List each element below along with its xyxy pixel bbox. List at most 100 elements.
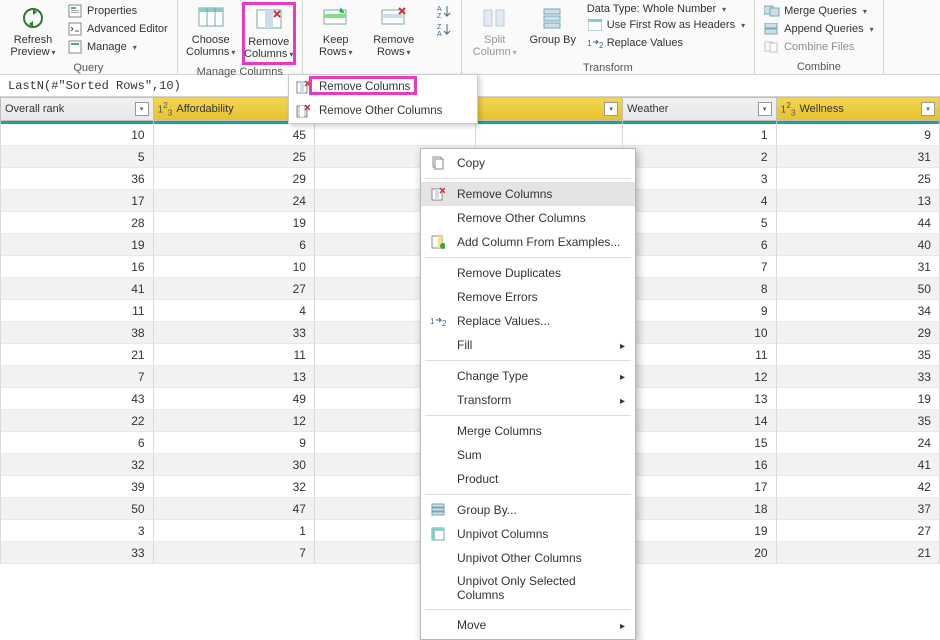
- column-header[interactable]: Overall rank▾: [0, 97, 154, 121]
- sort-desc-button[interactable]: ZA: [433, 20, 455, 38]
- cell[interactable]: 31: [777, 146, 940, 168]
- cell[interactable]: 24: [154, 190, 315, 212]
- cell[interactable]: 11: [623, 344, 777, 366]
- cell[interactable]: 12: [154, 410, 315, 432]
- ctx-merge-columns[interactable]: Merge Columns: [421, 419, 635, 443]
- cell[interactable]: 42: [777, 476, 940, 498]
- cell[interactable]: 38: [0, 322, 154, 344]
- cell[interactable]: 4: [623, 190, 777, 212]
- cell[interactable]: 9: [623, 300, 777, 322]
- cell[interactable]: 24: [777, 432, 940, 454]
- ctx-product[interactable]: Product: [421, 467, 635, 491]
- cell[interactable]: 25: [777, 168, 940, 190]
- cell[interactable]: 21: [777, 542, 940, 564]
- cell[interactable]: 28: [0, 212, 154, 234]
- cell[interactable]: 5: [0, 146, 154, 168]
- choose-columns-button[interactable]: Choose Columns: [184, 2, 238, 61]
- cell[interactable]: 3: [0, 520, 154, 542]
- ctx-move[interactable]: Move: [421, 613, 635, 637]
- cell[interactable]: 30: [154, 454, 315, 476]
- remove-rows-button[interactable]: Remove Rows: [367, 2, 421, 61]
- ctx-remove-duplicates[interactable]: Remove Duplicates: [421, 261, 635, 285]
- ctx-sum[interactable]: Sum: [421, 443, 635, 467]
- column-header[interactable]: ▾: [476, 97, 623, 121]
- refresh-preview-button[interactable]: Refresh Preview: [6, 2, 60, 61]
- menu-remove-other-columns[interactable]: Remove Other Columns: [289, 99, 477, 123]
- cell[interactable]: 9: [154, 432, 315, 454]
- cell[interactable]: 40: [777, 234, 940, 256]
- cell[interactable]: 8: [623, 278, 777, 300]
- ctx-change-type[interactable]: Change Type: [421, 364, 635, 388]
- cell[interactable]: 19: [623, 520, 777, 542]
- group-by-button[interactable]: Group By: [526, 2, 580, 48]
- ctx-group-by[interactable]: Group By...: [421, 498, 635, 522]
- cell[interactable]: 32: [154, 476, 315, 498]
- cell[interactable]: 41: [777, 454, 940, 476]
- cell[interactable]: 31: [777, 256, 940, 278]
- sort-asc-button[interactable]: AZ: [433, 2, 455, 20]
- ctx-remove-errors[interactable]: Remove Errors: [421, 285, 635, 309]
- cell[interactable]: 5: [623, 212, 777, 234]
- cell[interactable]: 18: [623, 498, 777, 520]
- column-header[interactable]: 123Wellness▾: [777, 97, 940, 121]
- cell[interactable]: 13: [154, 366, 315, 388]
- cell[interactable]: 20: [623, 542, 777, 564]
- cell[interactable]: 44: [777, 212, 940, 234]
- cell[interactable]: 45: [154, 124, 315, 146]
- cell[interactable]: 49: [154, 388, 315, 410]
- cell[interactable]: 17: [623, 476, 777, 498]
- cell[interactable]: 1: [623, 124, 777, 146]
- cell[interactable]: 29: [154, 168, 315, 190]
- cell[interactable]: 35: [777, 344, 940, 366]
- cell[interactable]: 4: [154, 300, 315, 322]
- cell[interactable]: 25: [154, 146, 315, 168]
- remove-columns-button[interactable]: Remove Columns: [242, 2, 296, 65]
- cell[interactable]: [315, 124, 476, 146]
- filter-button[interactable]: ▾: [135, 102, 149, 116]
- cell[interactable]: 34: [777, 300, 940, 322]
- cell[interactable]: 10: [0, 124, 154, 146]
- ctx-unpivot[interactable]: Unpivot Columns: [421, 522, 635, 546]
- cell[interactable]: 35: [777, 410, 940, 432]
- cell[interactable]: 15: [623, 432, 777, 454]
- first-row-headers-button[interactable]: Use First Row as Headers: [584, 16, 748, 34]
- cell[interactable]: 2: [623, 146, 777, 168]
- cell[interactable]: 41: [0, 278, 154, 300]
- menu-remove-columns[interactable]: Remove Columns: [289, 75, 477, 99]
- cell[interactable]: 19: [777, 388, 940, 410]
- manage-button[interactable]: Manage: [64, 38, 171, 56]
- cell[interactable]: 9: [777, 124, 940, 146]
- cell[interactable]: 16: [0, 256, 154, 278]
- ctx-unpivot-selected[interactable]: Unpivot Only Selected Columns: [421, 570, 635, 606]
- cell[interactable]: 27: [154, 278, 315, 300]
- ctx-unpivot-other[interactable]: Unpivot Other Columns: [421, 546, 635, 570]
- filter-button[interactable]: ▾: [604, 102, 618, 116]
- cell[interactable]: 12: [623, 366, 777, 388]
- cell[interactable]: 16: [623, 454, 777, 476]
- ctx-copy[interactable]: Copy: [421, 151, 635, 175]
- cell[interactable]: 50: [0, 498, 154, 520]
- cell[interactable]: 22: [0, 410, 154, 432]
- replace-values-button[interactable]: 12Replace Values: [584, 34, 748, 52]
- cell[interactable]: 33: [0, 542, 154, 564]
- cell[interactable]: 7: [623, 256, 777, 278]
- cell[interactable]: 10: [154, 256, 315, 278]
- cell[interactable]: 13: [777, 190, 940, 212]
- cell[interactable]: 17: [0, 190, 154, 212]
- cell[interactable]: 13: [623, 388, 777, 410]
- merge-queries-button[interactable]: Merge Queries: [761, 2, 877, 20]
- combine-files-button[interactable]: Combine Files: [761, 38, 877, 56]
- cell[interactable]: 36: [0, 168, 154, 190]
- cell[interactable]: 39: [0, 476, 154, 498]
- ctx-remove-columns[interactable]: Remove Columns: [421, 182, 635, 206]
- cell[interactable]: 19: [0, 234, 154, 256]
- cell[interactable]: 6: [154, 234, 315, 256]
- cell[interactable]: 7: [154, 542, 315, 564]
- cell[interactable]: 33: [777, 366, 940, 388]
- filter-button[interactable]: ▾: [758, 102, 772, 116]
- cell[interactable]: 6: [0, 432, 154, 454]
- cell[interactable]: 11: [0, 300, 154, 322]
- cell[interactable]: 43: [0, 388, 154, 410]
- cell[interactable]: 33: [154, 322, 315, 344]
- cell[interactable]: 47: [154, 498, 315, 520]
